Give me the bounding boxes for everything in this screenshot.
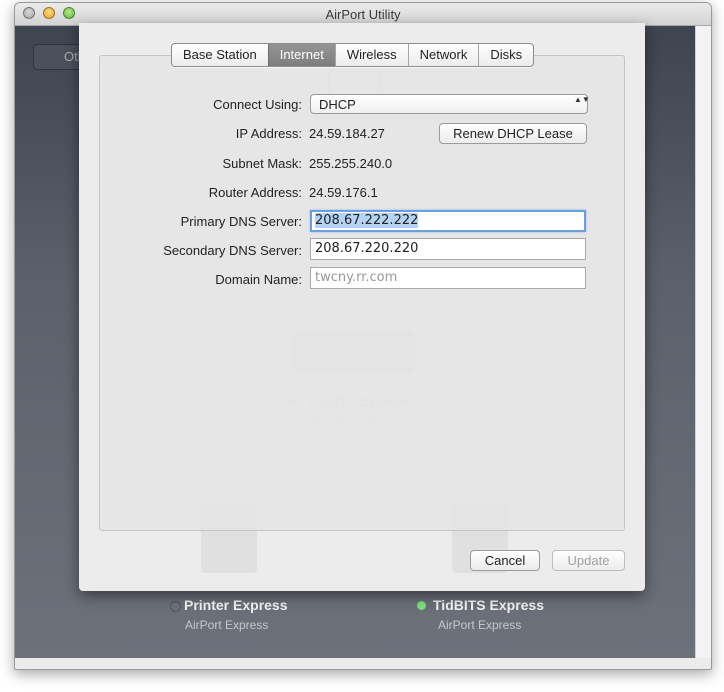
printer-express-type: AirPort Express — [185, 618, 269, 632]
vertical-scrollbar[interactable] — [695, 26, 711, 658]
primary-dns-value: 208.67.222.222 — [315, 213, 419, 228]
window-title: AirPort Utility — [325, 7, 401, 22]
cancel-button[interactable]: Cancel — [470, 550, 540, 571]
update-button[interactable]: Update — [552, 550, 625, 571]
tab-network[interactable]: Network — [407, 44, 479, 66]
secondary-dns-value: 208.67.220.220 — [315, 241, 419, 256]
tidbits-express-status-dot — [417, 601, 426, 610]
ip-address-label: IP Address: — [235, 126, 302, 141]
tab-wireless[interactable]: Wireless — [334, 44, 408, 66]
popup-arrows-icon: ▲▼ — [574, 95, 590, 104]
tab-disks[interactable]: Disks — [478, 44, 533, 66]
ip-address-value: 24.59.184.27 — [309, 126, 385, 141]
domain-name-label: Domain Name: — [215, 272, 302, 287]
tab-internet[interactable]: Internet — [267, 44, 335, 66]
tab-base-station[interactable]: Base Station — [172, 44, 268, 66]
connect-using-value: DHCP — [319, 97, 356, 112]
primary-dns-field[interactable]: 208.67.222.222 — [310, 210, 586, 232]
tidbits-express-name[interactable]: TidBITS Express — [433, 597, 544, 613]
connect-using-label: Connect Using: — [213, 97, 302, 112]
primary-dns-label: Primary DNS Server: — [180, 214, 302, 229]
base-station-settings-sheet: TidBITS Extreme AirPort Extreme Base Sta… — [79, 23, 645, 591]
printer-express-status-dot — [170, 601, 181, 612]
subnet-mask-label: Subnet Mask: — [222, 156, 303, 171]
tidbits-express-type: AirPort Express — [438, 618, 522, 632]
router-address-value: 24.59.176.1 — [309, 185, 378, 200]
secondary-dns-label: Secondary DNS Server: — [163, 243, 302, 258]
domain-name-field[interactable]: twcny.rr.com — [310, 267, 586, 289]
domain-name-placeholder: twcny.rr.com — [315, 270, 398, 285]
secondary-dns-field[interactable]: 208.67.220.220 — [310, 238, 586, 260]
connect-using-popup[interactable]: DHCP ▲▼ — [310, 94, 590, 114]
printer-express-name[interactable]: Printer Express — [184, 597, 288, 613]
renew-dhcp-lease-button[interactable]: Renew DHCP Lease — [439, 123, 587, 144]
settings-tab-bar: Base Station Internet Wireless Network D… — [171, 43, 535, 67]
router-address-label: Router Address: — [208, 185, 302, 200]
subnet-mask-value: 255.255.240.0 — [309, 156, 393, 171]
